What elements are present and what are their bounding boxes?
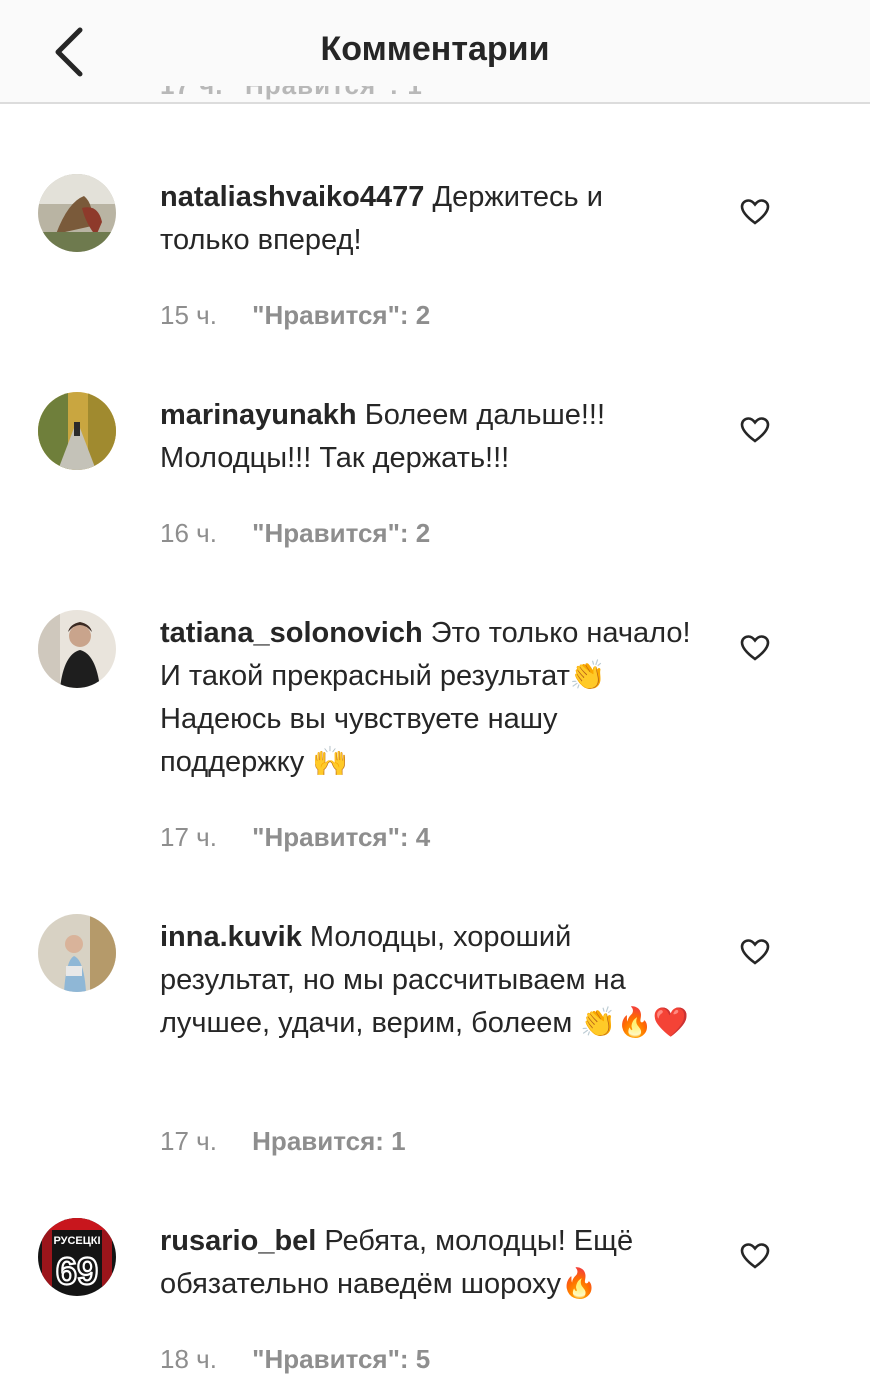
comment-time: 15 ч. — [160, 300, 217, 330]
comment-username[interactable]: marinayunakh — [160, 399, 357, 431]
page-title: Комментарии — [320, 30, 550, 68]
comment-username[interactable]: tatiana_solonovich — [160, 617, 423, 649]
comment-time: 17 ч. — [160, 822, 217, 852]
avatar-badge-top: РУСЕЦКІ — [53, 1235, 100, 1247]
comment-username[interactable]: rusario_bel — [160, 1225, 316, 1257]
comment-likes[interactable]: "Нравится": 5 — [252, 1344, 430, 1374]
comment-likes[interactable]: Нравится: 1 — [252, 1126, 405, 1156]
comment-time: 17 ч. — [160, 1126, 217, 1156]
avatar-badge-number: 69 — [56, 1251, 98, 1293]
avatar[interactable]: РУСЕЦКІ 69 — [38, 1218, 116, 1296]
avatar[interactable] — [38, 392, 116, 470]
comment-meta: 17 ч. Нравится: 1 — [160, 1126, 406, 1157]
avatar[interactable] — [38, 914, 116, 992]
partial-comment-meta: 17 ч. "Нравится": 1 — [160, 86, 423, 108]
avatar[interactable] — [38, 610, 116, 688]
comment-username[interactable]: inna.kuvik — [160, 921, 302, 953]
comment-meta: 15 ч. "Нравится": 2 — [160, 300, 430, 331]
comment-meta: 17 ч. "Нравится": 4 — [160, 822, 430, 853]
comment-meta: 18 ч. "Нравится": 5 — [160, 1344, 430, 1375]
comment-time: 16 ч. — [160, 518, 217, 548]
comment-username[interactable]: nataliashvaiko4477 — [160, 181, 424, 213]
comment-likes[interactable]: "Нравится": 4 — [252, 822, 430, 852]
like-heart-icon[interactable] — [740, 1242, 770, 1270]
comment-likes[interactable]: "Нравится": 2 — [252, 518, 430, 548]
avatar[interactable] — [38, 174, 116, 252]
like-heart-icon[interactable] — [740, 938, 770, 966]
like-heart-icon[interactable] — [740, 416, 770, 444]
comment-likes[interactable]: "Нравится": 2 — [252, 300, 430, 330]
like-heart-icon[interactable] — [740, 634, 770, 662]
comment-meta: 16 ч. "Нравится": 2 — [160, 518, 430, 549]
comment-time: 18 ч. — [160, 1344, 217, 1374]
like-heart-icon[interactable] — [740, 198, 770, 226]
top-bar: Комментарии — [0, 0, 870, 104]
